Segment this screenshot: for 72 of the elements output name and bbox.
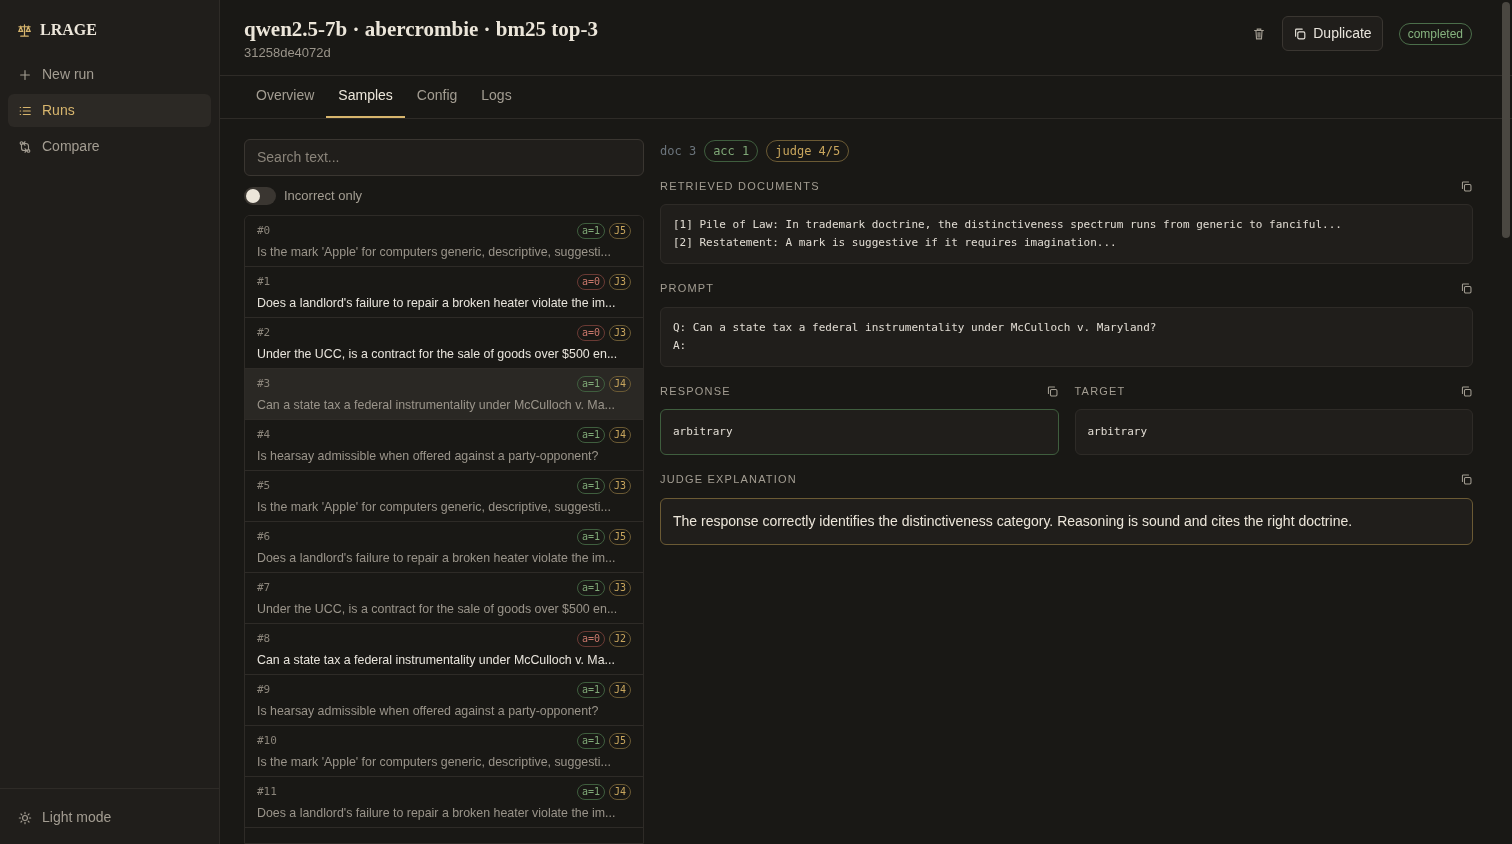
tab[interactable]: Logs	[469, 75, 524, 118]
sample-index: #8	[257, 631, 271, 648]
sample-index: #4	[257, 427, 271, 444]
tab[interactable]: Config	[404, 75, 470, 118]
sample-question: Does a landlord's failure to repair a broken heater violate the im...	[257, 549, 617, 567]
copy-button[interactable]	[1045, 384, 1059, 398]
trash-icon	[1252, 26, 1267, 41]
copy-button[interactable]	[1460, 179, 1473, 193]
response-box: arbitrary	[660, 409, 1059, 456]
sample-question: Is the mark 'Apple' for computers generic, descriptive, suggesti...	[257, 753, 612, 771]
scrollbar[interactable]	[1502, 2, 1510, 238]
sample-index: #5	[257, 478, 271, 495]
sample-index: #3	[257, 376, 271, 393]
copy-icon	[1045, 384, 1059, 398]
sample-index: #11	[257, 784, 277, 801]
sample-question: Does a landlord's failure to repair a broken heater violate the im...	[257, 804, 617, 822]
sample-question: Is the mark 'Apple' for computers generic, descriptive, suggesti...	[257, 243, 612, 261]
tab[interactable]: Samples	[326, 75, 405, 118]
code-line: [2] Restatement: A mark is suggestive if it requires imagination...	[673, 235, 1118, 252]
section-label: RESPONSE	[660, 383, 731, 399]
judge-explanation: The response correctly identifies the distinctiveness category. Reasoning is sound and cites the right doctrine.	[660, 497, 1473, 545]
section-label: PROMPT	[660, 281, 715, 297]
sample-question: Under the UCC, is a contract for the sale of goods over $500 en...	[257, 345, 619, 363]
sample-question: Can a state tax a federal instrumentality under McCulloch v. Ma...	[257, 396, 616, 414]
sidebar-item[interactable]: Compare	[8, 130, 211, 163]
scales-icon	[17, 22, 32, 38]
copy-icon	[1293, 26, 1308, 41]
sample-index: #2	[257, 325, 271, 342]
sample-index: #0	[257, 223, 271, 240]
section-label: JUDGE EXPLANATION	[660, 472, 797, 488]
delete-button[interactable]	[1252, 26, 1267, 41]
sample-question: Under the UCC, is a contract for the sale of goods over $500 en...	[257, 600, 619, 618]
sidebar-item[interactable]: New run	[8, 58, 211, 91]
sample-question: Does a landlord's failure to repair a broken heater violate the im...	[257, 294, 617, 312]
copy-icon	[1460, 473, 1473, 487]
sidebar-item[interactable]: Runs	[8, 94, 211, 127]
sample-question: Is the mark 'Apple' for computers generic, descriptive, suggesti...	[257, 498, 612, 516]
copy-button[interactable]	[1460, 473, 1473, 487]
section-label: RETRIEVED DOCUMENTS	[660, 178, 820, 194]
code-line: [1] Pile of Law: In trademark doctrine, the distinctiveness spectrum runs from generic to fanciful...	[673, 217, 1343, 234]
sample-index: #7	[257, 580, 271, 597]
page-title: qwen2.5-7b · abercrombie · bm25 top-3	[244, 16, 599, 43]
sample-question: Is hearsay admissible when offered against a party-opponent?	[257, 702, 600, 720]
copy-icon	[1460, 179, 1473, 193]
plus-icon	[18, 67, 32, 82]
tab[interactable]: Overview	[244, 75, 327, 118]
target-box: arbitrary	[1074, 409, 1473, 456]
copy-icon	[1460, 384, 1473, 398]
sample-question: Can a state tax a federal instrumentality under McCulloch v. Ma...	[257, 651, 616, 669]
run-id: 31258de4072d	[244, 44, 332, 63]
sample-index: #6	[257, 529, 271, 546]
copy-button[interactable]	[1460, 384, 1473, 398]
search-field[interactable]: Search text...	[244, 138, 644, 176]
doc-label: doc 3	[660, 142, 697, 160]
copy-button[interactable]	[1460, 282, 1473, 296]
sample-question: Is hearsay admissible when offered against a party-opponent?	[257, 447, 600, 465]
code-line: A:	[673, 337, 688, 354]
toggle-switch[interactable]	[244, 186, 276, 205]
sun-icon	[18, 810, 32, 825]
sample-row[interactable]: #3 a=1 J4 Can a state tax a federal instrumentality under McCulloch v. Ma...	[245, 369, 643, 421]
duplicate-button[interactable]: Duplicate	[1282, 16, 1383, 51]
theme-toggle[interactable]: Light mode	[8, 801, 195, 834]
sample-row[interactable]: #0 a=1 J5 Is the mark 'Apple' for computers generic, descriptive, suggesti...	[245, 216, 643, 268]
brand-name: LRAGE	[40, 20, 97, 40]
code-line: Q: Can a state tax a federal instrumentality under McCulloch v. Maryland?	[673, 319, 1158, 336]
section-label: TARGET	[1074, 383, 1126, 399]
toggle-label: Incorrect only	[284, 186, 363, 205]
sample-index: #10	[257, 733, 277, 750]
sample-index: #1	[257, 274, 271, 291]
copy-icon	[1460, 282, 1473, 296]
compare-icon	[18, 139, 32, 154]
sample-index: #9	[257, 682, 271, 699]
